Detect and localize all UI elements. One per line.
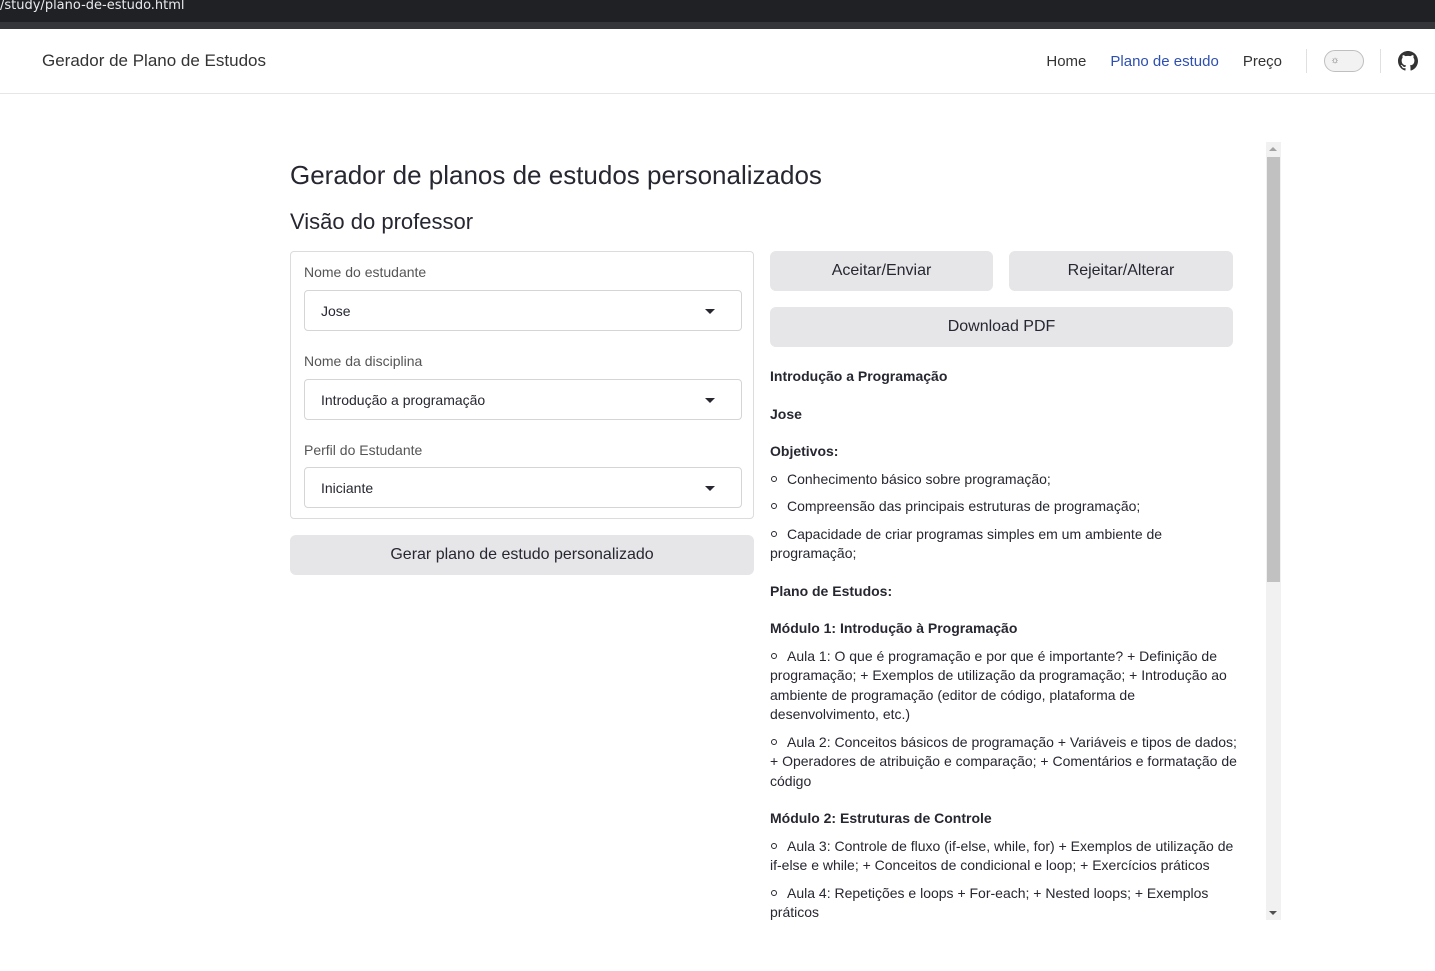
study-plan-output: Introdução a Programação Jose Objetivos:… xyxy=(770,360,1240,920)
objectives-heading: Objetivos: xyxy=(770,443,839,459)
module-1-heading: Módulo 1: Introdução à Programação xyxy=(770,620,1018,636)
student-profile-label: Perfil do Estudante xyxy=(304,442,423,458)
bullet-icon xyxy=(771,738,777,745)
student-profile-select[interactable]: Iniciante xyxy=(304,467,742,508)
browser-strip xyxy=(0,22,1435,29)
list-item: Conhecimento básico sobre programação; xyxy=(770,470,1240,490)
browser-url-bar[interactable]: /study/plano-de-estudo.html xyxy=(0,0,1435,22)
module-2-heading: Módulo 2: Estruturas de Controle xyxy=(770,810,992,826)
plan-heading: Plano de Estudos: xyxy=(770,582,893,599)
student-name-label: Nome do estudante xyxy=(304,264,427,280)
list-item: Aula 3: Controle de fluxo (if-else, whil… xyxy=(770,837,1240,876)
brand-title[interactable]: Gerador de Plano de Estudos xyxy=(42,51,266,71)
plan-student-name: Jose xyxy=(770,405,802,422)
module-1-list: Aula 1: O que é programação e por que é … xyxy=(770,647,1240,792)
nav-link-preco[interactable]: Preço xyxy=(1243,53,1282,70)
student-form: Nome do estudante Jose Nome da disciplin… xyxy=(290,251,754,519)
plan-course-title: Introdução a Programação xyxy=(770,368,948,384)
chevron-down-icon xyxy=(705,486,715,491)
list-item: Compreensão das principais estruturas de… xyxy=(770,497,1240,517)
theme-toggle[interactable]: ☼ xyxy=(1324,50,1364,72)
url-text: /study/plano-de-estudo.html xyxy=(0,0,185,13)
nav-divider-2 xyxy=(1380,49,1381,73)
accept-send-button[interactable]: Aceitar/Enviar xyxy=(770,251,993,291)
list-item-text: Aula 4: Repetições e loops + For-each; +… xyxy=(770,884,1209,921)
list-item: Capacidade de criar programas simples em… xyxy=(770,525,1240,564)
bullet-icon xyxy=(771,842,777,849)
bullet-icon xyxy=(771,475,777,482)
student-profile-value: Iniciante xyxy=(321,480,374,496)
nav-links: Home Plano de estudo Preço ☼ xyxy=(1046,29,1435,93)
list-item-text: Aula 3: Controle de fluxo (if-else, whil… xyxy=(770,837,1234,874)
sun-icon: ☼ xyxy=(1330,55,1340,66)
scroll-down-icon[interactable] xyxy=(1269,911,1277,915)
bullet-icon xyxy=(771,889,777,896)
reject-change-button[interactable]: Rejeitar/Alterar xyxy=(1009,251,1233,291)
chevron-down-icon xyxy=(705,398,715,403)
chevron-down-icon xyxy=(705,309,715,314)
list-item: Aula 1: O que é programação e por que é … xyxy=(770,647,1240,725)
list-item-text: Capacidade de criar programas simples em… xyxy=(770,525,1163,562)
output-scrollbar[interactable] xyxy=(1266,142,1281,920)
list-item-text: Aula 1: O que é programação e por que é … xyxy=(770,647,1227,723)
list-item-text: Conhecimento básico sobre programação; xyxy=(787,470,1051,487)
scroll-up-icon[interactable] xyxy=(1269,147,1277,151)
student-name-value: Jose xyxy=(321,303,351,319)
module-2-list: Aula 3: Controle de fluxo (if-else, whil… xyxy=(770,837,1240,921)
nav-divider xyxy=(1306,49,1307,73)
objectives-list: Conhecimento básico sobre programação; C… xyxy=(770,470,1240,564)
github-icon[interactable] xyxy=(1398,51,1418,71)
bullet-icon xyxy=(771,530,777,537)
list-item-text: Aula 2: Conceitos básicos de programação… xyxy=(770,733,1237,789)
generate-plan-button[interactable]: Gerar plano de estudo personalizado xyxy=(290,535,754,575)
section-subtitle: Visão do professor xyxy=(290,209,474,234)
top-navbar: Gerador de Plano de Estudos Home Plano d… xyxy=(0,29,1435,94)
list-item: Aula 4: Repetições e loops + For-each; +… xyxy=(770,884,1240,921)
nav-link-home[interactable]: Home xyxy=(1046,53,1086,70)
scrollbar-thumb[interactable] xyxy=(1267,157,1280,582)
subject-name-select[interactable]: Introdução a programação xyxy=(304,379,742,420)
nav-link-plano-de-estudo[interactable]: Plano de estudo xyxy=(1110,53,1218,70)
list-item-text: Compreensão das principais estruturas de… xyxy=(787,498,1141,514)
student-name-select[interactable]: Jose xyxy=(304,290,742,331)
subject-name-value: Introdução a programação xyxy=(321,392,486,408)
bullet-icon xyxy=(771,503,777,509)
list-item: Aula 2: Conceitos básicos de programação… xyxy=(770,733,1240,792)
download-pdf-button[interactable]: Download PDF xyxy=(770,307,1233,347)
bullet-icon xyxy=(771,652,777,659)
subject-name-label: Nome da disciplina xyxy=(304,353,423,369)
page-title: Gerador de planos de estudos personaliza… xyxy=(290,160,822,190)
